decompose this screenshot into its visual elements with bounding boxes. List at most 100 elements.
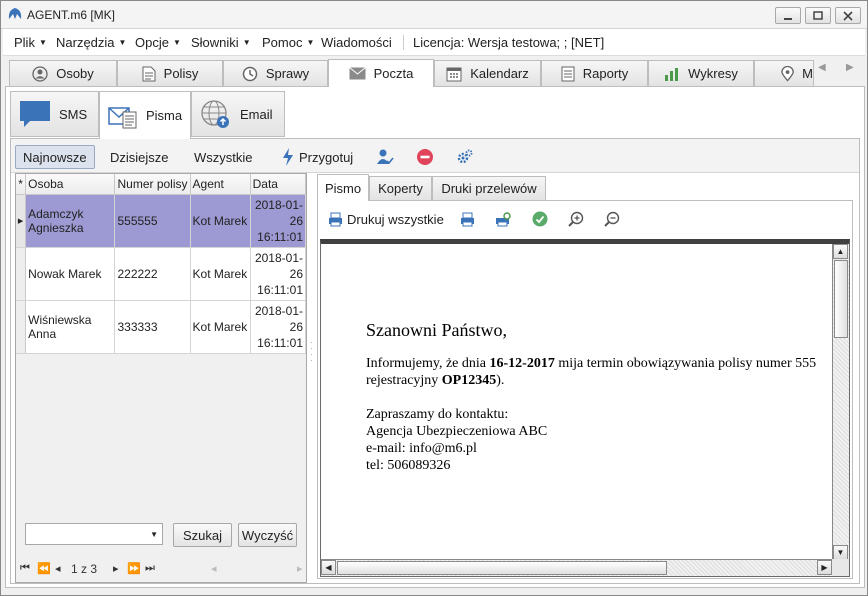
splitter-handle[interactable]: · · · · <box>310 338 313 365</box>
first-page-icon[interactable]: ⏮ <box>20 562 30 575</box>
filter-all-button[interactable]: Wszystkie <box>187 145 260 169</box>
table-row[interactable]: Nowak Marek 222222 Kot Marek 2018-01-26 … <box>16 247 307 301</box>
clock-icon <box>242 66 258 81</box>
preview-tabs: Pismo Koperty Druki przelewów <box>317 174 857 201</box>
letters-area: Najnowsze Dzisiejsze Wszystkie Przygotuj <box>10 138 860 584</box>
tab-osoby[interactable]: Osoby <box>9 60 117 86</box>
cell-numer: 555555 <box>114 194 191 248</box>
subtab-email[interactable]: Email <box>191 91 285 137</box>
cell-agent: Kot Marek <box>190 300 251 354</box>
zoom-in-icon <box>568 211 583 227</box>
tab-druki-przelewow[interactable]: Druki przelewów <box>432 176 546 200</box>
tab-raporty[interactable]: Raporty <box>541 60 648 86</box>
column-header-osoba[interactable]: Osoba <box>25 174 116 195</box>
search-button[interactable]: Szukaj <box>173 523 232 547</box>
maximize-button[interactable] <box>805 7 831 24</box>
subtab-sms[interactable]: SMS <box>10 91 99 137</box>
column-header-agent[interactable]: Agent <box>190 174 251 195</box>
printer-icon <box>460 212 474 226</box>
next-page-icon[interactable]: ▸ <box>113 562 119 575</box>
main-tabs: Osoby Polisy Sprawy Poczta Kalendarz Rap… <box>3 59 865 87</box>
scroll-right-icon[interactable]: ▶ <box>817 560 832 575</box>
menu-slowniki[interactable]: Słowniki ▼ <box>191 35 251 50</box>
letter-icon <box>108 106 137 128</box>
tab-sprawy[interactable]: Sprawy <box>223 60 328 86</box>
zoom-in-button[interactable] <box>568 211 584 227</box>
menu-wiadomosci[interactable]: Wiadomości <box>321 35 392 50</box>
subtab-pisma[interactable]: Pisma <box>99 91 191 139</box>
zoom-out-button[interactable] <box>604 211 620 227</box>
clear-button[interactable]: Wyczyść <box>238 523 297 547</box>
search-row: ▼ Szukaj Wyczyść <box>25 523 310 549</box>
print-preview-icon <box>495 211 511 226</box>
page-indicator: 1 z 3 <box>71 562 98 576</box>
tab-scroll-right-icon[interactable]: ▶ <box>846 62 854 73</box>
scroll-down-icon[interactable]: ▼ <box>833 545 848 560</box>
mail-panel: SMS Pisma Email Najnowsze Dzisiejsze Wsz… <box>5 86 865 588</box>
prev-page-fast-icon[interactable]: ⏪ <box>37 562 51 575</box>
print-button[interactable] <box>460 212 475 227</box>
column-header-data[interactable]: Data <box>250 174 307 195</box>
minus-circle-icon <box>417 149 433 165</box>
letter-line-2: rejestracyjny OP12345). <box>366 373 505 388</box>
print-all-button[interactable]: Drukuj wszystkie <box>328 212 444 227</box>
prev-page-icon[interactable]: ◂ <box>55 562 61 575</box>
tab-koperty[interactable]: Koperty <box>369 176 432 200</box>
report-icon <box>561 66 575 81</box>
horizontal-scroll-thumb[interactable] <box>337 561 667 575</box>
user-check-icon <box>377 149 394 165</box>
prepare-button[interactable]: Przygotuj <box>275 145 360 169</box>
pager-scroll-right-icon[interactable]: ▸ <box>297 562 303 575</box>
minimize-icon <box>784 17 792 20</box>
horizontal-scrollbar[interactable]: ◀ ▶ <box>321 559 832 576</box>
chevron-down-icon: ▼ <box>150 530 158 539</box>
filter-newest-button[interactable]: Najnowsze <box>15 145 95 169</box>
tab-more[interactable]: M <box>754 60 814 86</box>
scroll-up-icon[interactable]: ▲ <box>833 244 848 259</box>
close-button[interactable] <box>835 7 861 24</box>
menu-narzedzia[interactable]: Narzędzia ▼ <box>56 35 126 50</box>
minimize-button[interactable] <box>775 7 801 24</box>
expiry-date: 16-12-2017 <box>489 356 555 371</box>
search-combo[interactable]: ▼ <box>25 523 163 545</box>
cell-data: 2018-01-26 16:11:01 <box>250 194 307 248</box>
chevron-down-icon: ▼ <box>38 38 47 47</box>
envelope-icon <box>348 67 366 80</box>
letter-contact-line: tel: 506089326 <box>366 458 451 473</box>
tab-poczta[interactable]: Poczta <box>328 59 434 87</box>
table-row[interactable]: Wiśniewska Anna 333333 Kot Marek 2018-01… <box>16 300 307 354</box>
tab-scroll-left-icon[interactable]: ◀ <box>818 62 826 73</box>
scroll-left-icon[interactable]: ◀ <box>321 560 336 575</box>
chevron-down-icon: ▼ <box>242 38 251 47</box>
calendar-icon <box>446 67 462 81</box>
pager-scroll-left-icon[interactable]: ◂ <box>211 562 217 575</box>
vertical-scrollbar[interactable]: ▲ ▼ <box>832 244 849 560</box>
assign-user-button[interactable] <box>369 145 401 169</box>
cell-data: 2018-01-26 16:11:01 <box>250 247 307 301</box>
column-header-numer[interactable]: Numer polisy <box>114 174 191 195</box>
accept-button[interactable] <box>532 211 548 227</box>
filter-today-button[interactable]: Dzisiejsze <box>103 145 176 169</box>
tab-kalendarz[interactable]: Kalendarz <box>434 60 541 86</box>
tab-polisy[interactable]: Polisy <box>117 60 223 86</box>
maximize-icon <box>813 10 823 20</box>
printer-icon <box>329 212 342 226</box>
settings-button[interactable] <box>449 145 481 169</box>
delete-button[interactable] <box>409 145 441 169</box>
lightning-icon <box>283 148 293 166</box>
grid-corner[interactable]: * <box>16 174 27 195</box>
menu-opcje[interactable]: Opcje ▼ <box>135 35 181 50</box>
vertical-scroll-thumb[interactable] <box>834 260 848 338</box>
menu-pomoc[interactable]: Pomoc ▼ <box>262 35 314 50</box>
tab-wykresy[interactable]: Wykresy <box>648 60 754 86</box>
cell-agent: Kot Marek <box>190 194 251 248</box>
last-page-icon[interactable]: ⏭ <box>145 562 155 575</box>
print-preview-button[interactable] <box>495 211 512 227</box>
tab-pismo[interactable]: Pismo <box>317 174 369 201</box>
menu-plik[interactable]: Plik ▼ <box>14 35 47 50</box>
table-row[interactable]: ▶ Adamczyk Agnieszka 555555 Kot Marek 20… <box>16 194 307 248</box>
letter-document: Szanowni Państwo, Informujemy, że dnia 1… <box>320 239 850 577</box>
map-pin-icon <box>781 65 794 82</box>
next-page-fast-icon[interactable]: ⏩ <box>127 562 141 575</box>
preview-toolbar: Drukuj wszystkie <box>318 201 852 237</box>
